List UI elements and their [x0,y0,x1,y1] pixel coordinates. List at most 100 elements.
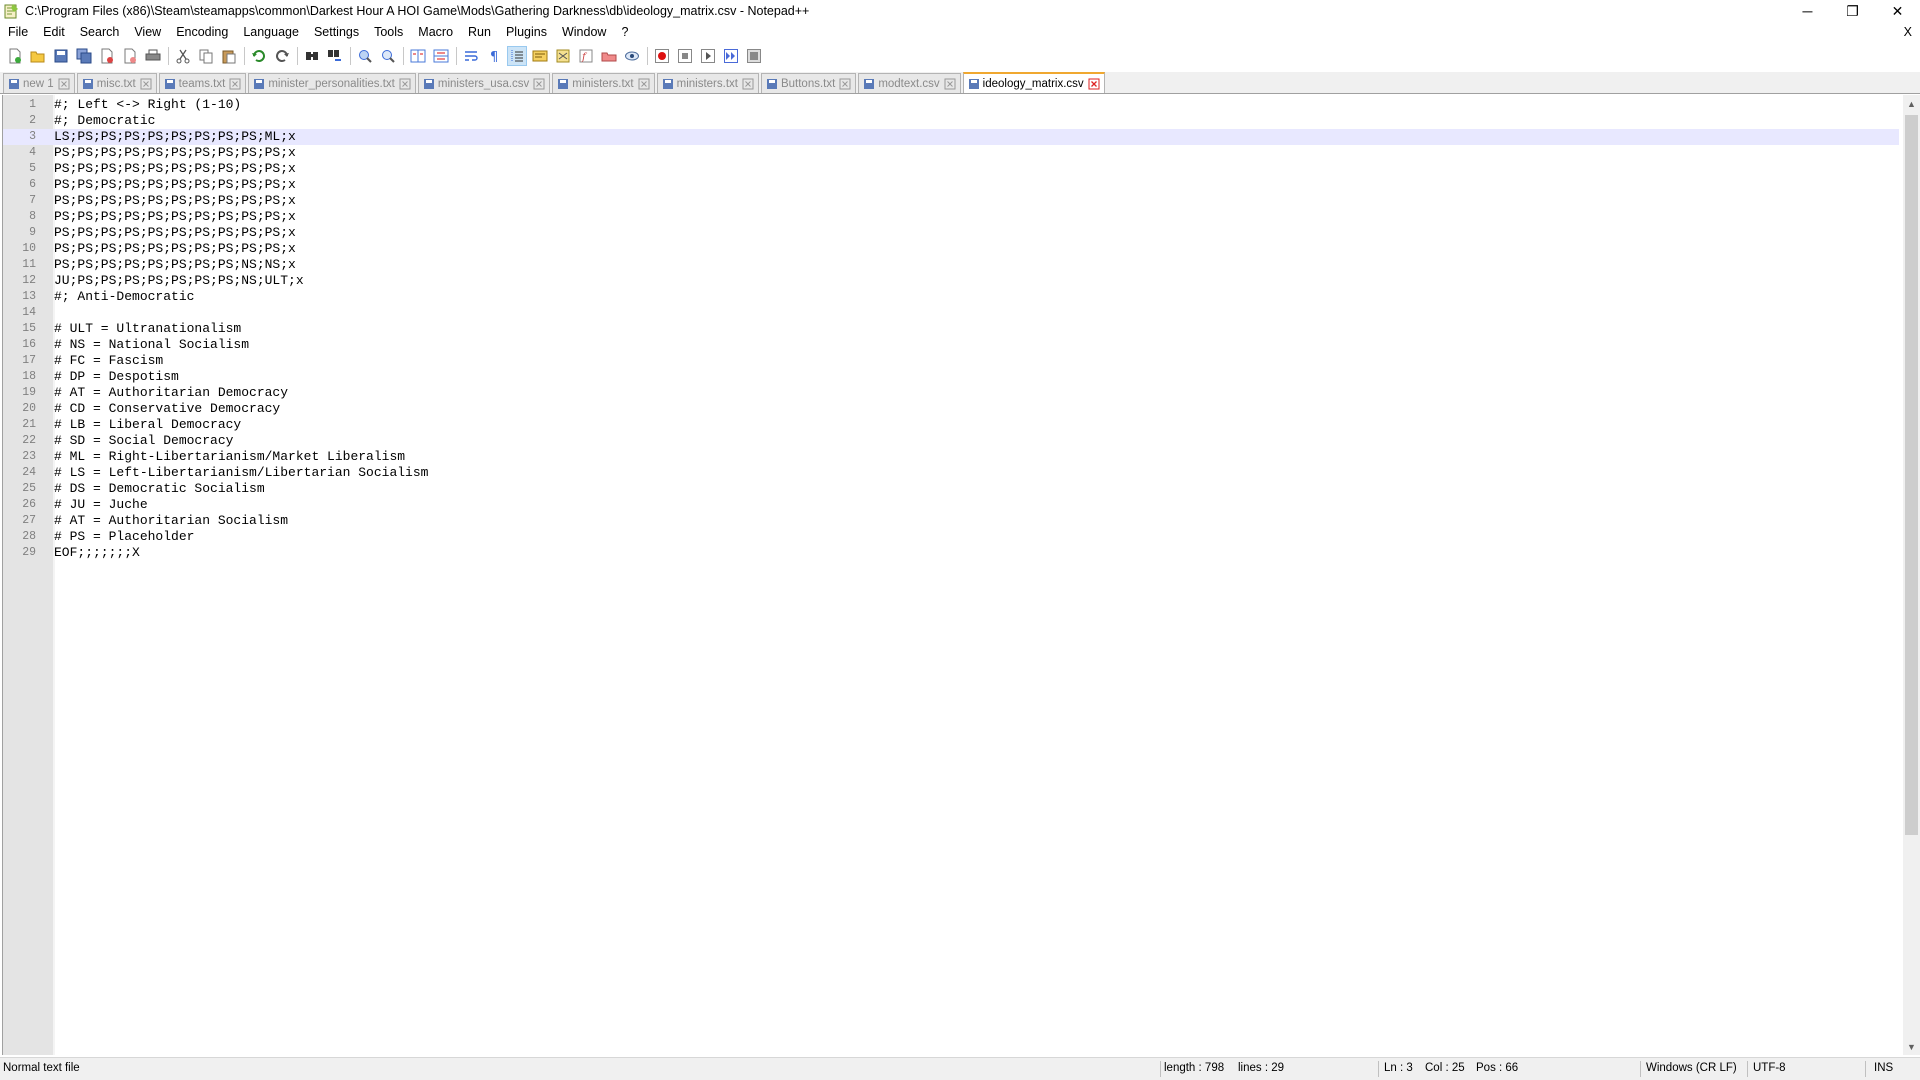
indent-guide-icon[interactable] [507,46,527,66]
menu-language[interactable]: Language [235,22,306,42]
close-all-icon[interactable] [120,46,140,66]
editor-line[interactable]: 22 # SD = Social Democracy [3,433,1899,449]
editor-line[interactable]: 19 # AT = Authoritarian Democracy [3,385,1899,401]
editor-line[interactable]: 3 LS;PS;PS;PS;PS;PS;PS;PS;PS;ML;x [3,129,1899,145]
close-tab-icon[interactable] [742,78,754,90]
editor-line[interactable]: 10 PS;PS;PS;PS;PS;PS;PS;PS;PS;PS;x [3,241,1899,257]
document-map-icon[interactable] [553,46,573,66]
print-icon[interactable] [143,46,163,66]
line-text[interactable]: # SD = Social Democracy [54,433,233,449]
line-text[interactable]: # NS = National Socialism [54,337,249,353]
editor-line[interactable]: 16 # NS = National Socialism [3,337,1899,353]
editor-line[interactable]: 6 PS;PS;PS;PS;PS;PS;PS;PS;PS;PS;x [3,177,1899,193]
tab-ideology-matrix-csv[interactable]: ideology_matrix.csv [962,72,1105,93]
status-encoding[interactable]: UTF-8 [1753,1062,1786,1074]
close-tab-icon[interactable] [229,78,241,90]
line-text[interactable]: #; Anti-Democratic [54,289,194,305]
editor-line[interactable]: 18 # DP = Despotism [3,369,1899,385]
save-macro-icon[interactable] [744,46,764,66]
editor-line[interactable]: 14 [3,305,1899,321]
line-text[interactable]: # ML = Right-Libertarianism/Market Liber… [54,449,405,465]
record-macro-icon[interactable] [652,46,672,66]
line-text[interactable]: PS;PS;PS;PS;PS;PS;PS;PS;NS;NS;x [54,257,296,273]
menu-encoding[interactable]: Encoding [168,22,235,42]
editor-line[interactable]: 13 #; Anti-Democratic [3,289,1899,305]
editor-line[interactable]: 12 JU;PS;PS;PS;PS;PS;PS;PS;NS;ULT;x [3,273,1899,289]
line-text[interactable]: # CD = Conservative Democracy [54,401,280,417]
undo-icon[interactable] [249,46,269,66]
menu-run[interactable]: Run [460,22,498,42]
line-text[interactable]: JU;PS;PS;PS;PS;PS;PS;PS;NS;ULT;x [54,273,304,289]
close-tab-icon[interactable] [533,78,545,90]
vertical-scrollbar[interactable]: ▲ ▼ [1903,95,1920,1055]
editor-line[interactable]: 2 #; Democratic [3,113,1899,129]
editor-line[interactable]: 27 # AT = Authoritarian Socialism [3,513,1899,529]
zoom-out-icon[interactable] [378,46,398,66]
tab-ministers-txt-2[interactable]: ministers.txt [656,73,759,93]
menu-help[interactable]: ? [613,22,635,42]
editor-line[interactable]: 24 # LS = Left-Libertarianism/Libertarian… [3,465,1899,481]
line-text[interactable]: PS;PS;PS;PS;PS;PS;PS;PS;PS;PS;x [54,241,296,257]
line-text[interactable]: # ULT = Ultranationalism [54,321,241,337]
line-text[interactable]: PS;PS;PS;PS;PS;PS;PS;PS;PS;PS;x [54,225,296,241]
run-macro-multiple-icon[interactable] [721,46,741,66]
new-file-icon[interactable] [5,46,25,66]
line-text[interactable]: # AT = Authoritarian Socialism [54,513,288,529]
status-insert-mode[interactable]: INS [1874,1062,1893,1074]
open-file-icon[interactable] [28,46,48,66]
line-text[interactable]: # JU = Juche [54,497,148,513]
line-text[interactable]: # DP = Despotism [54,369,179,385]
restore-button[interactable]: ❐ [1830,0,1875,22]
editor-line[interactable]: 29 EOF;;;;;;;X [3,545,1899,561]
menu-macro[interactable]: Macro [410,22,460,42]
line-text[interactable]: EOF;;;;;;;X [54,545,140,561]
user-language-icon[interactable] [530,46,550,66]
line-text[interactable]: #; Democratic [54,113,155,129]
status-eol[interactable]: Windows (CR LF) [1646,1062,1737,1074]
tab-teams-txt[interactable]: teams.txt [158,73,247,93]
scroll-up-icon[interactable]: ▲ [1903,95,1920,112]
close-tab-icon[interactable] [638,78,650,90]
menu-edit[interactable]: Edit [35,22,72,42]
show-all-characters-icon[interactable]: ¶ [484,46,504,66]
replace-icon[interactable] [325,46,345,66]
tab-misc-txt[interactable]: misc.txt [76,73,157,93]
menu-tools[interactable]: Tools [366,22,410,42]
close-document-button[interactable]: X [1904,22,1912,42]
line-text[interactable]: PS;PS;PS;PS;PS;PS;PS;PS;PS;PS;x [54,145,296,161]
sync-horizontal-icon[interactable] [431,46,451,66]
editor-line[interactable]: 25 # DS = Democratic Socialism [3,481,1899,497]
line-text[interactable]: LS;PS;PS;PS;PS;PS;PS;PS;PS;ML;x [54,129,296,145]
close-tab-icon[interactable] [399,78,411,90]
text-editor[interactable]: 1 #; Left <-> Right (1-10) 2 #; Democratic 3… [2,95,1920,1055]
editor-line[interactable]: 4 PS;PS;PS;PS;PS;PS;PS;PS;PS;PS;x [3,145,1899,161]
close-tab-icon[interactable] [58,78,70,90]
editor-line[interactable]: 20 # CD = Conservative Democracy [3,401,1899,417]
editor-line[interactable]: 1 #; Left <-> Right (1-10) [3,97,1899,113]
close-tab-icon[interactable] [944,78,956,90]
zoom-in-icon[interactable] [355,46,375,66]
cut-icon[interactable] [173,46,193,66]
play-macro-icon[interactable] [698,46,718,66]
editor-line[interactable]: 28 # PS = Placeholder [3,529,1899,545]
tab-modtext-csv[interactable]: modtext.csv [858,73,961,93]
close-tab-icon[interactable] [839,78,851,90]
tab-ministers-usa[interactable]: ministers_usa.csv [417,73,551,93]
tab-new-1[interactable]: new 1 [3,73,75,93]
editor-line[interactable]: 8 PS;PS;PS;PS;PS;PS;PS;PS;PS;PS;x [3,209,1899,225]
save-all-icon[interactable] [74,46,94,66]
stop-macro-icon[interactable] [675,46,695,66]
tab-minister-personalities[interactable]: minister_personalities.txt [248,73,416,93]
editor-line[interactable]: 9 PS;PS;PS;PS;PS;PS;PS;PS;PS;PS;x [3,225,1899,241]
close-tab-icon[interactable] [1088,78,1100,90]
line-text[interactable]: PS;PS;PS;PS;PS;PS;PS;PS;PS;PS;x [54,177,296,193]
menu-view[interactable]: View [126,22,168,42]
menu-search[interactable]: Search [72,22,127,42]
close-window-button[interactable]: ✕ [1875,0,1920,22]
close-icon[interactable] [97,46,117,66]
line-text[interactable]: PS;PS;PS;PS;PS;PS;PS;PS;PS;PS;x [54,209,296,225]
editor-lines[interactable]: 1 #; Left <-> Right (1-10) 2 #; Democratic 3… [3,97,1899,561]
redo-icon[interactable] [272,46,292,66]
editor-line[interactable]: 5 PS;PS;PS;PS;PS;PS;PS;PS;PS;PS;x [3,161,1899,177]
line-text[interactable]: # PS = Placeholder [54,529,194,545]
